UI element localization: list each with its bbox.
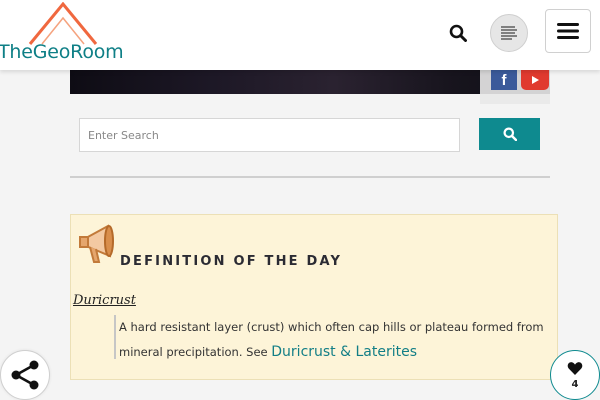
definition-see-link[interactable]: Duricrust & Laterites — [271, 344, 417, 360]
logo-text: TheGeoRoom — [0, 41, 124, 63]
search-input[interactable] — [79, 118, 460, 152]
reader-mode-button[interactable] — [490, 14, 528, 52]
definition-title: DEFINITION OF THE DAY — [120, 254, 343, 269]
site-header: TheGeoRoom — [0, 0, 600, 70]
facebook-link[interactable]: f — [491, 70, 517, 90]
search-icon — [503, 127, 517, 141]
definition-quote-bar — [114, 315, 116, 359]
hamburger-menu-icon — [557, 23, 579, 39]
definition-term-link[interactable]: Duricrust — [73, 293, 136, 308]
heart-icon — [567, 361, 583, 375]
hero-banner-image — [70, 70, 550, 94]
like-count: 4 — [571, 378, 579, 390]
header-search-button[interactable] — [444, 19, 472, 47]
youtube-link[interactable] — [521, 70, 549, 90]
youtube-icon — [532, 76, 539, 84]
menu-button[interactable] — [545, 9, 591, 53]
search-submit-button[interactable] — [479, 118, 540, 150]
share-button[interactable] — [0, 350, 50, 400]
site-logo[interactable]: TheGeoRoom — [0, 0, 135, 70]
section-divider — [70, 176, 550, 178]
megaphone-icon — [79, 224, 114, 263]
definition-text: A hard resistant layer (crust) which oft… — [119, 315, 549, 365]
search-icon — [449, 24, 467, 42]
reader-mode-icon — [501, 26, 517, 40]
share-icon — [11, 360, 39, 390]
like-button[interactable]: 4 — [550, 350, 600, 400]
logo-roof-icon — [28, 2, 98, 45]
facebook-icon: f — [501, 72, 507, 89]
